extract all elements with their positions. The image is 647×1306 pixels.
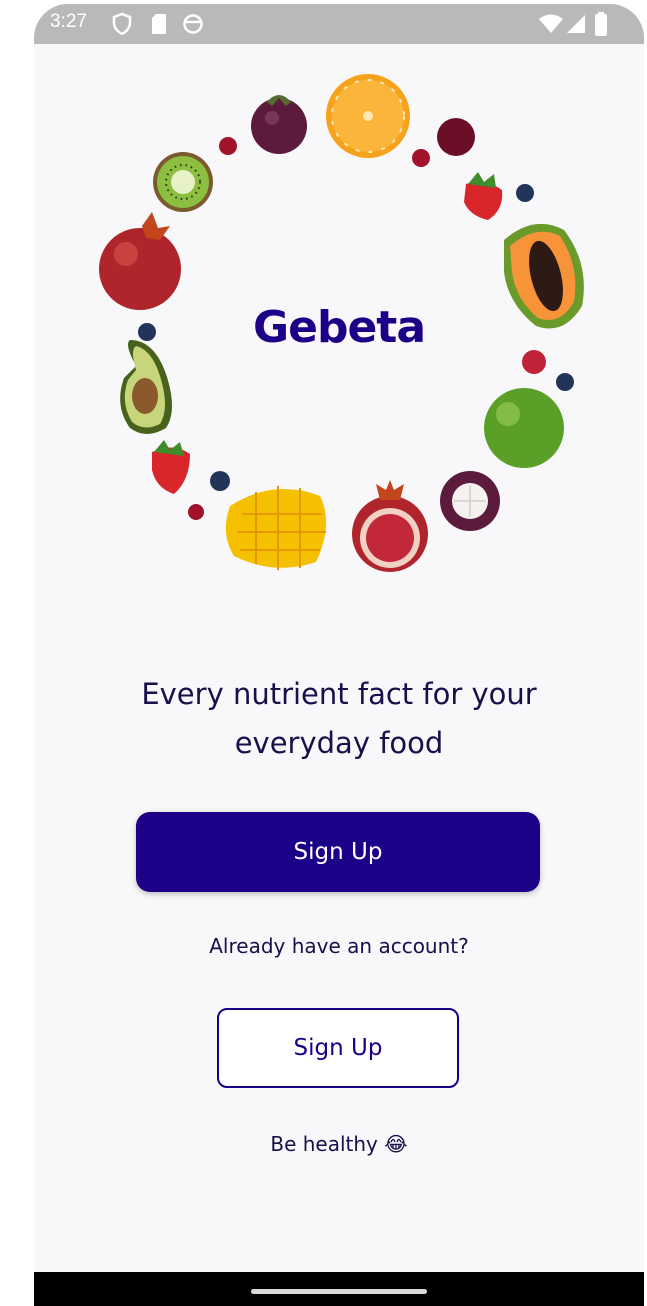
cranberry — [412, 149, 430, 167]
cranberry — [188, 504, 204, 520]
app-notification-icon — [183, 14, 203, 34]
blueberry — [556, 373, 574, 391]
blueberry — [210, 471, 230, 491]
secondary-sign-up-button[interactable]: Sign Up — [217, 1008, 459, 1088]
pomegranate-half — [352, 480, 428, 572]
green-apple — [484, 388, 564, 468]
sign-up-button[interactable]: Sign Up — [136, 812, 540, 892]
raspberry — [522, 350, 546, 374]
vpn-shield-icon — [112, 13, 132, 35]
footer-text: Be healthy 😂 — [270, 1132, 408, 1156]
app-screen: 3:27 Gebeta Every nutrient fact for your… — [34, 4, 644, 1306]
wifi-icon — [539, 14, 563, 33]
cranberry — [219, 137, 237, 155]
status-bar: 3:27 — [34, 4, 644, 44]
cherry — [437, 118, 475, 156]
avocado — [120, 340, 172, 434]
navigation-bar — [34, 1272, 644, 1306]
orange-slice — [326, 74, 410, 158]
home-gesture-handle[interactable] — [251, 1289, 427, 1294]
app-logo: Gebeta — [252, 302, 426, 353]
mango-cubes — [225, 486, 327, 570]
cell-signal-icon — [567, 15, 585, 33]
strawberry — [152, 440, 190, 494]
strawberry — [464, 172, 503, 220]
account-prompt: Already have an account? — [209, 934, 469, 958]
mangosteen-top — [251, 95, 307, 154]
pomegranate — [99, 212, 181, 310]
tagline: Every nutrient fact for your everyday fo… — [141, 677, 537, 760]
mangosteen-half — [440, 471, 500, 531]
blueberry — [516, 184, 534, 202]
sd-card-icon — [152, 14, 166, 34]
battery-icon — [595, 12, 607, 36]
kiwi — [153, 152, 213, 212]
status-time: 3:27 — [50, 11, 87, 32]
